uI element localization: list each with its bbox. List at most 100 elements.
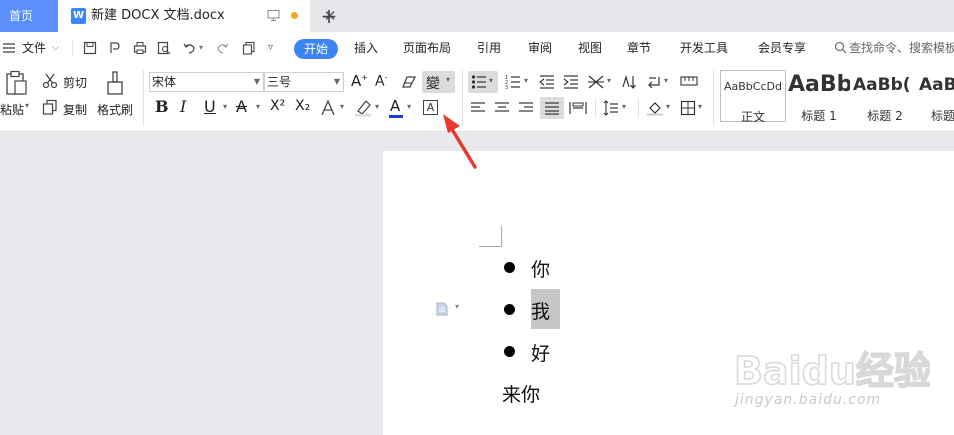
word-doc-icon: W [71, 8, 86, 24]
chinese-layout-icon[interactable] [587, 74, 605, 90]
home-tab[interactable]: 首页 [0, 0, 58, 32]
style-normal-name: 正文 [740, 110, 765, 124]
shading-dropdown-icon[interactable]: ▾ [666, 102, 670, 111]
paragraph-layout-icon[interactable] [436, 302, 448, 316]
highlight-dropdown-icon[interactable]: ▾ [375, 102, 379, 111]
tab-member[interactable]: 会员专享 [758, 32, 806, 64]
justify-icon [545, 102, 559, 115]
increase-indent-icon[interactable] [563, 74, 579, 90]
file-menu-chevron-icon[interactable]: ⌵ [52, 32, 59, 64]
sort-icon[interactable] [621, 74, 637, 90]
paste-icon[interactable] [5, 70, 27, 96]
svg-text:3: 3 [505, 85, 508, 90]
paste-button[interactable]: 粘贴 [0, 101, 24, 118]
style-heading[interactable]: AaBb 标题 [919, 70, 954, 122]
strikethrough-icon[interactable]: A [236, 97, 247, 116]
bullet-dropdown-icon[interactable]: ▾ [489, 76, 493, 85]
style-heading-2[interactable]: AaBb( 标题 2 [853, 70, 917, 123]
monitor-icon[interactable] [267, 9, 280, 22]
font-size-select[interactable]: 三号 ▼ [264, 72, 344, 92]
character-border-icon[interactable]: A [423, 100, 438, 115]
undo-icon[interactable] [182, 41, 196, 55]
tab-start[interactable]: 开始 [294, 39, 338, 59]
bullet-list-icon [471, 75, 486, 89]
font-color-bar [389, 115, 403, 118]
numbered-dropdown-icon[interactable]: ▾ [524, 76, 528, 85]
line-spacing-icon[interactable] [603, 100, 619, 116]
italic-button[interactable]: I [180, 97, 186, 116]
list-item[interactable]: 我 [531, 297, 550, 324]
list-item[interactable]: 你 [531, 255, 550, 282]
clear-format-icon[interactable] [401, 75, 417, 89]
numbered-list-icon[interactable]: 123 [505, 74, 521, 90]
copy-pages-icon[interactable] [242, 41, 256, 55]
export-pdf-icon[interactable] [108, 41, 122, 55]
undo-dropdown-icon[interactable]: ▾ [199, 32, 203, 64]
chinese-layout-dropdown-icon[interactable]: ▾ [607, 76, 611, 85]
text-effect-icon[interactable] [320, 100, 336, 116]
tab-page-layout[interactable]: 页面布局 [403, 32, 451, 64]
superscript-button[interactable]: X² [270, 98, 285, 114]
document-tab[interactable]: W 新建 DOCX 文档.docx ✕ [58, 0, 336, 32]
justify-button[interactable] [540, 97, 564, 119]
hamburger-menu-icon[interactable] [2, 41, 16, 55]
style-heading-1[interactable]: AaBb 标题 1 [788, 70, 850, 123]
tab-review[interactable]: 审阅 [528, 32, 552, 64]
font-name-select[interactable]: 宋体 ▼ [149, 72, 264, 92]
phonetic-guide-button[interactable]: 變 ▾ [422, 71, 455, 93]
redo-icon[interactable] [216, 41, 230, 55]
print-preview-icon[interactable] [157, 41, 171, 55]
borders-dropdown-icon[interactable]: ▾ [698, 102, 702, 111]
title-bar: 首页 W 新建 DOCX 文档.docx ✕ + [0, 0, 954, 32]
show-hide-marks-icon[interactable] [646, 74, 662, 90]
format-painter-icon[interactable] [104, 70, 126, 96]
style-normal[interactable]: AaBbCcDd 正文 [720, 70, 786, 124]
bullet-list-button[interactable]: ▾ [468, 71, 498, 93]
body-paragraph[interactable]: 来你 [502, 380, 540, 407]
watermark-brand: Baidu经验 [734, 349, 930, 393]
borders-icon[interactable] [680, 100, 696, 116]
highlight-icon[interactable] [354, 99, 372, 117]
cut-button[interactable]: 剪切 [63, 74, 87, 91]
copy-button[interactable]: 复制 [63, 101, 87, 118]
distributed-align-icon[interactable] [569, 101, 587, 115]
save-icon[interactable] [83, 41, 97, 55]
text-effect-dropdown-icon[interactable]: ▾ [340, 102, 344, 111]
font-color-dropdown-icon[interactable]: ▾ [407, 102, 411, 111]
new-tab-button[interactable]: + [318, 3, 340, 29]
align-right-icon[interactable] [518, 101, 534, 115]
font-color-icon[interactable]: A [390, 97, 400, 115]
customize-toolbar-icon[interactable]: ▿ [268, 32, 273, 64]
ruler-icon[interactable] [680, 75, 698, 87]
strikethrough-dropdown-icon[interactable]: ▾ [256, 102, 260, 111]
command-search[interactable]: 查找命令、搜索模板 [834, 32, 954, 64]
bullet-marker [504, 262, 515, 273]
file-menu[interactable]: 文件 [22, 32, 46, 64]
scissors-icon [42, 73, 58, 89]
underline-dropdown-icon[interactable]: ▾ [223, 102, 227, 111]
format-painter-button[interactable]: 格式刷 [97, 101, 133, 118]
tab-developer[interactable]: 开发工具 [680, 32, 728, 64]
menu-bar: 文件 ⌵ ▾ ▿ 开始 插入 页面布局 引用 审阅 视图 章节 开发工具 会员专… [0, 32, 954, 64]
grow-font-icon[interactable]: A+ [351, 72, 368, 90]
tab-section[interactable]: 章节 [627, 32, 651, 64]
line-spacing-dropdown-icon[interactable]: ▾ [622, 102, 626, 111]
document-tab-title: 新建 DOCX 文档.docx [91, 8, 225, 23]
decrease-indent-icon[interactable] [539, 74, 555, 90]
bold-button[interactable]: B [155, 97, 169, 116]
phonetic-dropdown-icon[interactable]: ▾ [446, 75, 450, 84]
shading-icon[interactable] [646, 100, 664, 116]
copy-icon [42, 99, 57, 115]
underline-button[interactable]: U [204, 97, 216, 116]
shrink-font-icon[interactable]: A- [375, 73, 387, 90]
marks-dropdown-icon[interactable]: ▾ [664, 76, 668, 85]
print-icon[interactable] [133, 41, 147, 55]
align-center-icon[interactable] [494, 101, 510, 115]
tab-view[interactable]: 视图 [578, 32, 602, 64]
paste-dropdown-icon[interactable]: ▾ [25, 101, 29, 110]
tab-references[interactable]: 引用 [477, 32, 501, 64]
subscript-button[interactable]: X₂ [295, 98, 310, 114]
tab-insert[interactable]: 插入 [354, 32, 378, 64]
list-item[interactable]: 好 [531, 339, 550, 366]
paragraph-layout-dropdown-icon[interactable]: ▾ [455, 302, 459, 311]
